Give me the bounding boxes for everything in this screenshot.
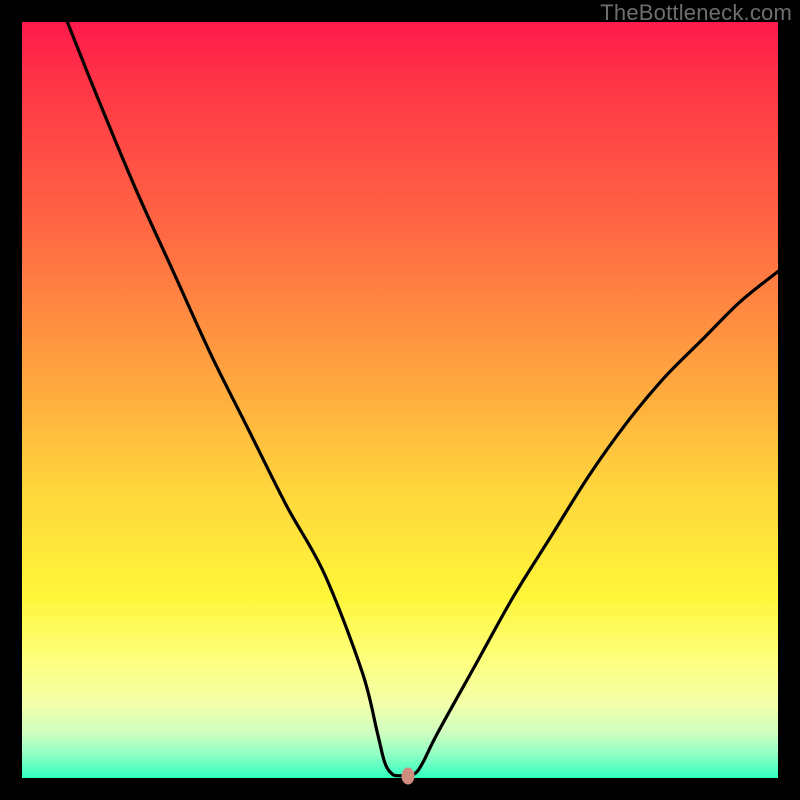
chart-frame: TheBottleneck.com xyxy=(0,0,800,800)
optimum-marker xyxy=(401,767,414,784)
plot-area xyxy=(22,22,778,778)
attribution-text: TheBottleneck.com xyxy=(600,0,792,26)
bottleneck-curve-path xyxy=(67,22,778,776)
curve-layer xyxy=(22,22,778,778)
